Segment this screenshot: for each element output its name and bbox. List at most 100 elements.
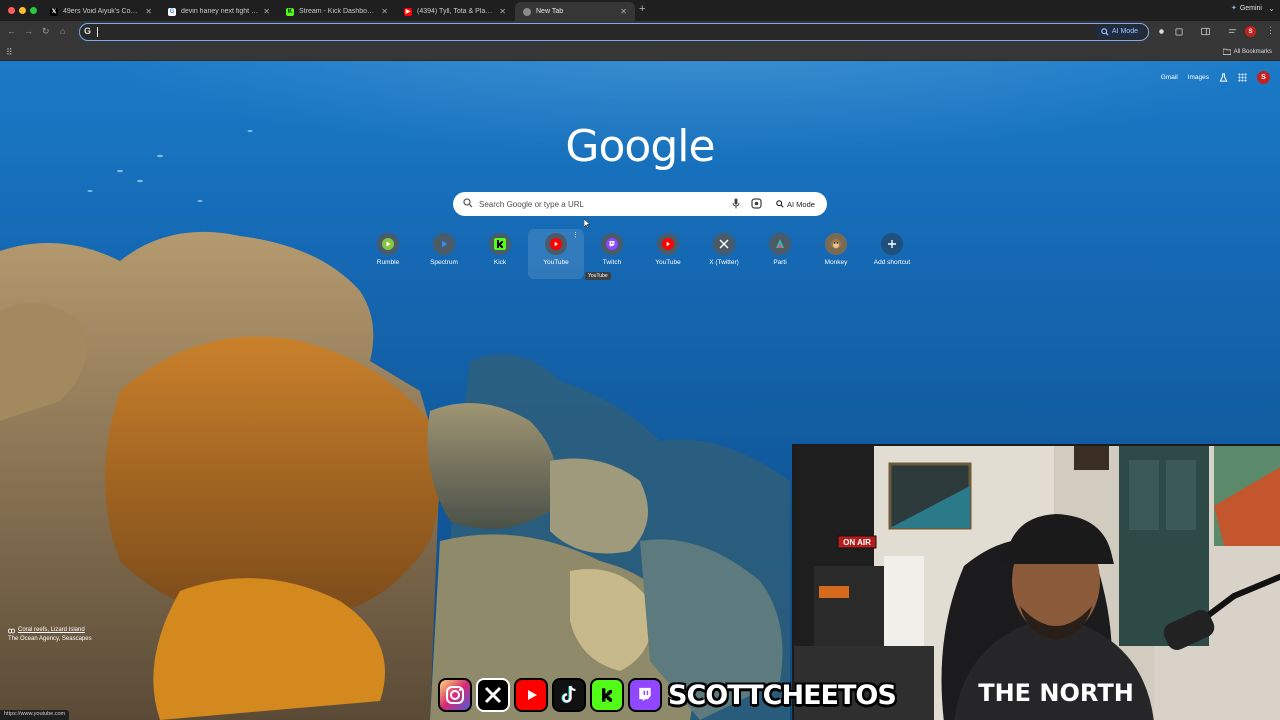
search-input[interactable]	[479, 196, 729, 212]
side-panel-icon[interactable]	[1201, 27, 1210, 36]
streamer-handle: SCOTTCHEETOS	[668, 679, 897, 711]
close-tab-icon[interactable]: ✕	[145, 7, 152, 16]
social-handle-banner: SCOTTCHEETOS	[438, 676, 897, 714]
shortcut-youtube[interactable]: YouTube	[640, 229, 696, 279]
tab-active[interactable]: New Tab ✕	[515, 2, 635, 21]
google-logo: Google	[565, 121, 715, 172]
tab[interactable]: ▶ (4394) Tyll, Tota & Plaqueboy ✕	[396, 2, 514, 21]
shortcut-label: X (Twitter)	[709, 259, 739, 266]
close-window-button[interactable]	[8, 7, 15, 14]
monkey-icon	[825, 233, 847, 255]
tab-title: New Tab	[536, 8, 564, 15]
shortcut-label: Kick	[493, 259, 507, 266]
spectrum-icon	[433, 233, 455, 255]
close-tab-icon[interactable]: ✕	[499, 7, 506, 16]
tab-search-icon[interactable]: ⌄	[1268, 4, 1275, 13]
google-icon: G	[168, 7, 176, 16]
instagram-icon	[438, 678, 472, 712]
shortcut-label: YouTube	[655, 259, 681, 266]
youtube-icon	[657, 233, 679, 255]
tab-title: Stream - Kick Dashboard	[299, 8, 377, 15]
labs-flask-icon[interactable]	[1219, 73, 1228, 82]
zoom-window-button[interactable]	[30, 7, 37, 14]
sparkle-icon: ✦	[1230, 5, 1237, 12]
shortcut-label: Add shortcut	[873, 259, 911, 266]
ai-mode-label: AI Mode	[787, 199, 815, 209]
forward-button[interactable]: →	[24, 26, 33, 36]
screen: 𝕏 49ers Void Aiyuk's Contract ✕ G devin …	[0, 0, 1280, 720]
reload-button[interactable]: ↻	[42, 26, 50, 37]
shortcut-more-icon[interactable]: ⋮	[572, 231, 579, 239]
add-shortcut-button[interactable]: Add shortcut	[864, 229, 920, 279]
tiktok-icon	[552, 678, 586, 712]
home-button[interactable]: ⌂	[60, 26, 65, 36]
link-icon	[8, 628, 15, 633]
photo-credit[interactable]: Coral reefs, Lizard Island The Ocean Age…	[8, 626, 92, 644]
search-box[interactable]: AI Mode	[453, 192, 827, 216]
apps-grid-icon[interactable]: ⠿	[6, 47, 13, 58]
tab-title: devin haney next fight time	[181, 8, 259, 15]
account-avatar[interactable]: S	[1257, 71, 1270, 84]
shortcut-label: YouTube	[543, 259, 569, 266]
tab-strip: 𝕏 49ers Void Aiyuk's Contract ✕ G devin …	[0, 0, 1280, 21]
shortcut-rumble[interactable]: Rumble	[360, 229, 416, 279]
shortcut-youtube-hovered[interactable]: YouTube ⋮	[528, 229, 584, 279]
shortcut-spectrum[interactable]: Spectrum	[416, 229, 472, 279]
shortcut-label: Twitch	[602, 259, 622, 266]
tab-title: 49ers Void Aiyuk's Contract	[63, 8, 141, 15]
kick-icon	[489, 233, 511, 255]
close-tab-icon[interactable]: ✕	[381, 7, 388, 16]
new-tab-button[interactable]: +	[639, 3, 645, 15]
shortcut-label: Spectrum	[430, 259, 458, 266]
shortcut-parti[interactable]: Parti	[752, 229, 808, 279]
photo-credit-title[interactable]: Coral reefs, Lizard Island	[18, 626, 85, 635]
ai-search-icon	[1101, 27, 1109, 36]
media-controls-icon[interactable]	[1228, 27, 1237, 36]
chrome-icon	[523, 7, 531, 16]
back-button[interactable]: ←	[7, 26, 16, 36]
images-link[interactable]: Images	[1188, 74, 1209, 81]
google-apps-icon[interactable]	[1238, 73, 1247, 82]
tab[interactable]: G devin haney next fight time ✕	[160, 2, 278, 21]
folder-icon	[1222, 48, 1231, 55]
all-bookmarks-label: All Bookmarks	[1233, 48, 1272, 55]
close-tab-icon[interactable]: ✕	[620, 7, 627, 16]
microphone-icon[interactable]	[732, 198, 740, 209]
minimize-window-button[interactable]	[19, 7, 26, 14]
photo-credit-author: The Ocean Agency, Seascapes	[8, 636, 92, 642]
tab[interactable]: 𝕏 49ers Void Aiyuk's Contract ✕	[42, 2, 160, 21]
ai-mode-omnibox-button[interactable]: AI Mode	[1094, 25, 1144, 38]
address-bar[interactable]: G AI Mode	[79, 23, 1149, 41]
extension-dot-icon[interactable]	[1157, 27, 1166, 36]
status-bar-url: https://www.youtube.com	[0, 710, 70, 720]
google-lens-icon[interactable]	[751, 198, 762, 209]
profile-avatar[interactable]: S	[1245, 26, 1256, 37]
top-right-links: Gmail Images S	[1161, 71, 1270, 84]
shortcut-label: Rumble	[376, 259, 400, 266]
on-air-sign-text: ON AIR	[843, 538, 871, 547]
ai-mode-button[interactable]: AI Mode	[771, 195, 820, 213]
text-caret	[97, 27, 98, 37]
x-icon: 𝕏	[50, 7, 58, 16]
tab[interactable]: K Stream - Kick Dashboard ✕	[278, 2, 396, 21]
shortcut-x-twitter[interactable]: X (Twitter)	[696, 229, 752, 279]
kick-icon: K	[286, 7, 294, 16]
ai-mode-label: AI Mode	[1111, 28, 1138, 35]
shortcut-tooltip: YouTube	[585, 272, 611, 280]
gmail-link[interactable]: Gmail	[1161, 74, 1178, 81]
close-tab-icon[interactable]: ✕	[263, 7, 270, 16]
gemini-button[interactable]: ✦ Gemini	[1230, 4, 1262, 13]
x-icon	[476, 678, 510, 712]
extensions-icon[interactable]	[1175, 27, 1184, 36]
more-menu-icon[interactable]: ⋮	[1266, 25, 1275, 36]
shortcut-kick[interactable]: Kick	[472, 229, 528, 279]
rumble-icon	[377, 233, 399, 255]
bookmarks-bar: ⠿ All Bookmarks	[0, 43, 1280, 61]
shortcut-monkey[interactable]: Monkey	[808, 229, 864, 279]
plus-icon	[881, 233, 903, 255]
shortcut-tiles: Rumble Spectrum Kick YouTube ⋮ Twitch Yo…	[360, 229, 920, 279]
ai-search-icon	[776, 200, 784, 208]
twitch-icon	[601, 233, 623, 255]
youtube-icon: ▶	[404, 7, 412, 16]
all-bookmarks-button[interactable]: All Bookmarks	[1222, 48, 1272, 55]
